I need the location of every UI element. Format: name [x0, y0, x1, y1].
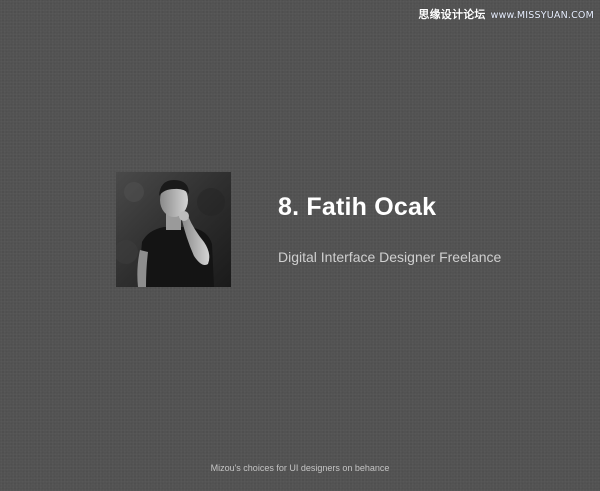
footer-caption: Mizou's choices for UI designers on beha…: [210, 463, 390, 473]
watermark-url: www.MISSYUAN.COM: [490, 10, 594, 21]
page: 思缘设计论坛 www.MISSYUAN.COM 8. Fatih Ocak Di…: [0, 0, 600, 491]
portrait-image: [116, 172, 231, 287]
designer-name: 8. Fatih Ocak: [278, 193, 437, 221]
profile-photo: [116, 172, 231, 287]
designer-role: Digital Interface Designer Freelance: [278, 249, 502, 265]
watermark: 思缘设计论坛 www.MISSYUAN.COM: [418, 6, 594, 22]
watermark-site-name: 思缘设计论坛: [418, 8, 486, 21]
